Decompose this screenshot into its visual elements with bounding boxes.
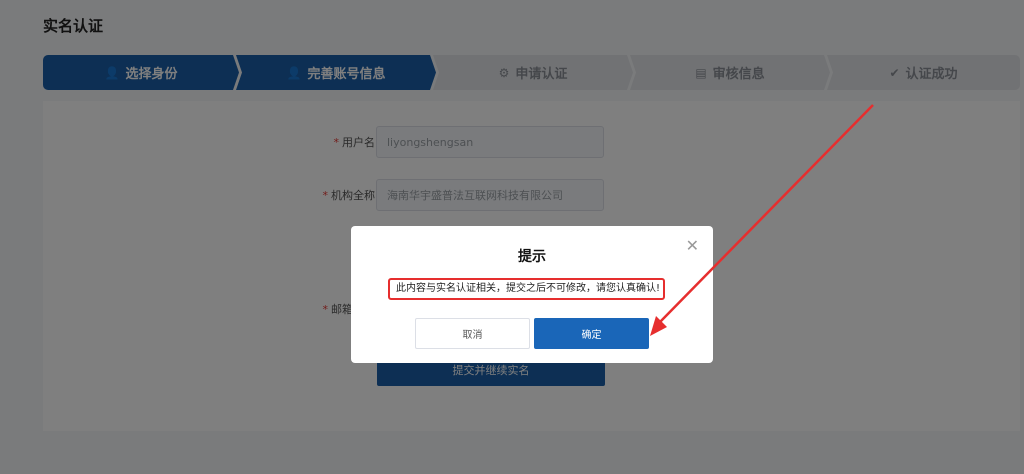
close-icon[interactable]: ✕ (686, 236, 699, 255)
dialog-title: 提示 (518, 249, 546, 265)
confirm-dialog: 提示 ✕ 此内容与实名认证相关，提交之后不可修改，请您认真确认! 取消 确定 (351, 226, 713, 363)
cancel-button[interactable]: 取消 (415, 318, 530, 349)
confirm-button[interactable]: 确定 (534, 318, 649, 349)
dialog-message: 此内容与实名认证相关，提交之后不可修改，请您认真确认! (388, 278, 665, 300)
